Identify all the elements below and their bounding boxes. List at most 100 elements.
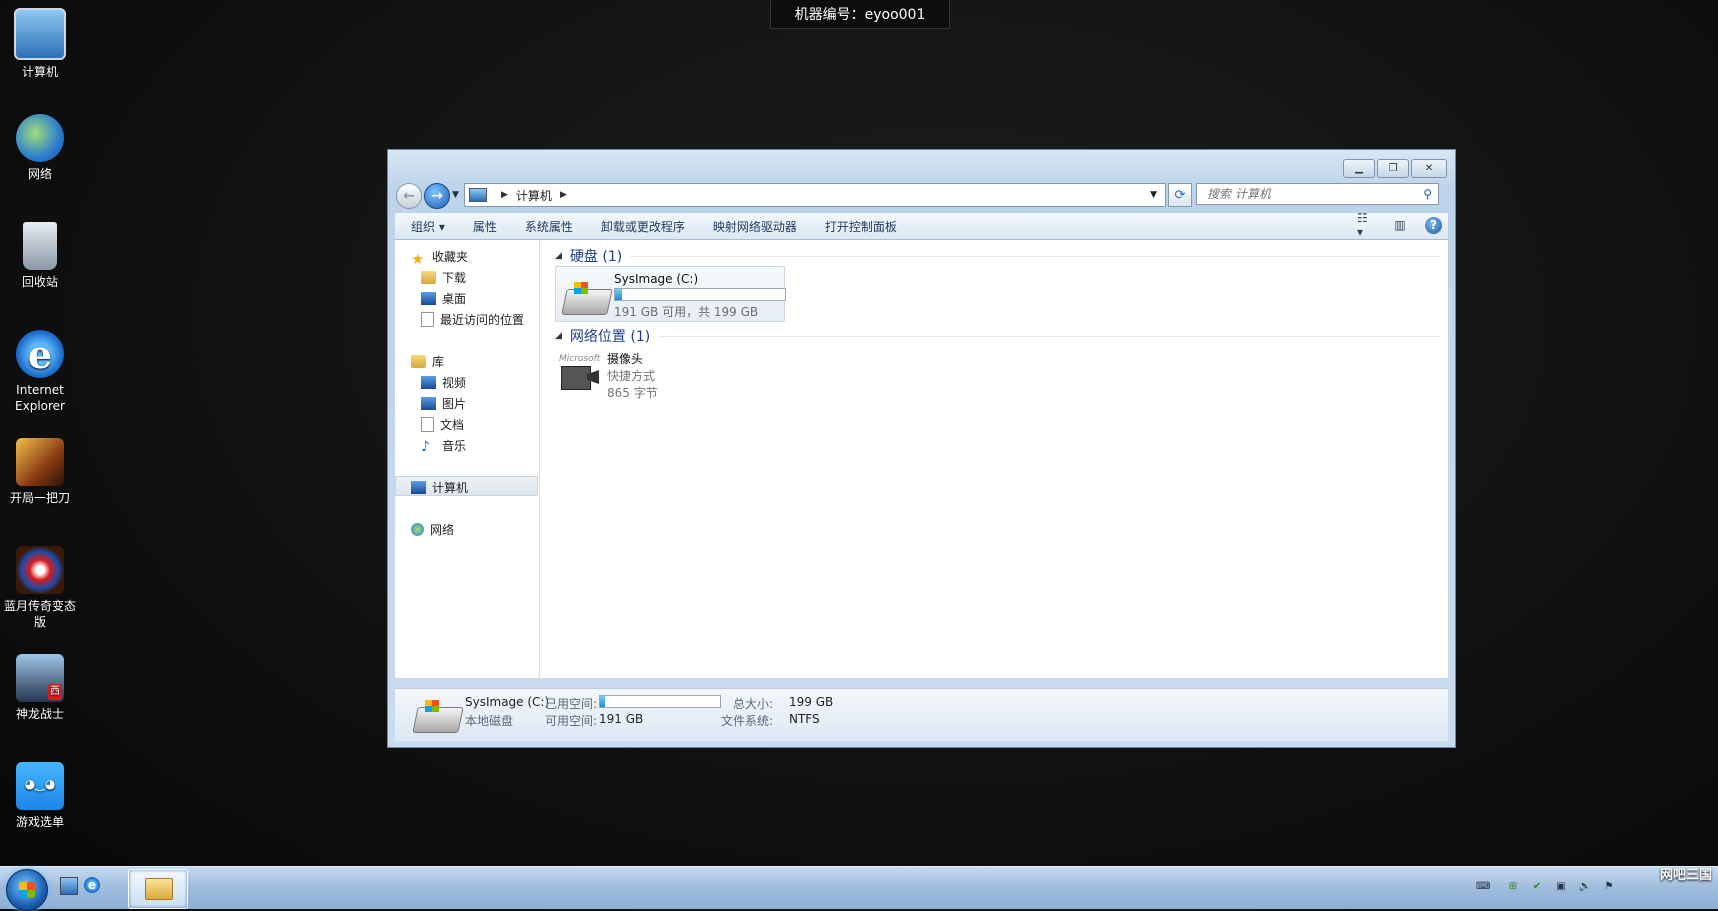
details-used-label: 已用空间:: [545, 697, 598, 711]
details-pane: SysImage (C:) 本地磁盘 已用空间: 可用空间: 191 GB 总大…: [395, 688, 1448, 741]
desktop-icon-label: Internet Explorer: [15, 383, 65, 413]
breadcrumb-chevron-icon[interactable]: ▶: [560, 190, 567, 200]
nav-item-pictures[interactable]: 图片: [421, 395, 466, 412]
desktop-icon-computer[interactable]: 计算机: [4, 8, 76, 80]
desktop-icon-game-menu[interactable]: 游戏选单: [4, 762, 76, 830]
search-box[interactable]: ⚲: [1196, 183, 1439, 205]
group-header-hard-disks[interactable]: ◢ 硬盘 (1): [555, 246, 1440, 266]
collapse-triangle-icon[interactable]: ◢: [555, 331, 562, 341]
flag-icon[interactable]: ⚑: [1602, 881, 1616, 893]
details-usage-fill: [600, 696, 605, 707]
camera-shortcut[interactable]: Microsoft 摄像头 快捷方式 865 字节: [555, 350, 755, 400]
breadcrumb-computer[interactable]: 计算机: [516, 187, 552, 204]
desktop-icon-network[interactable]: 网络: [4, 114, 76, 182]
security-shield-icon[interactable]: ✔: [1530, 881, 1544, 893]
nav-item-music[interactable]: ♪ 音乐: [421, 437, 466, 455]
search-icon[interactable]: ⚲: [1423, 187, 1432, 201]
group-header-network-locations[interactable]: ◢ 网络位置 (1): [555, 326, 1440, 346]
organize-menu[interactable]: 组织 ▾: [395, 218, 459, 235]
nav-item-label: 计算机: [432, 481, 469, 495]
file-list-pane: ◢ 硬盘 (1) SysImage (C:) 191 GB 可用，共 199 G…: [547, 240, 1448, 678]
search-input[interactable]: [1205, 186, 1409, 202]
show-desktop-icon[interactable]: [60, 877, 78, 895]
forward-button[interactable]: →: [424, 183, 450, 209]
volume-muted-icon[interactable]: 🔈: [1578, 881, 1592, 893]
desktop-icon-label: 回收站: [21, 275, 58, 289]
group-title: 网络位置 (1): [569, 329, 651, 345]
details-fs-label: 文件系统:: [721, 714, 774, 728]
brand-text: 网吧三国: [1659, 868, 1712, 883]
close-button[interactable]: ✕: [1411, 159, 1447, 178]
taskbar-explorer-button[interactable]: [128, 869, 188, 909]
collapse-triangle-icon[interactable]: ◢: [555, 251, 562, 261]
internet-explorer-icon[interactable]: e: [84, 877, 100, 893]
divider: [630, 255, 1440, 257]
desktop-icon-internet-explorer[interactable]: Internet Explorer: [4, 330, 76, 414]
keyboard-icon[interactable]: ⌨: [1476, 881, 1490, 893]
nav-item-label: 图片: [442, 397, 467, 411]
drive-free-space: 191 GB 可用，共 199 GB: [614, 305, 759, 319]
nav-item-videos[interactable]: 视频: [421, 374, 466, 391]
preview-pane-icon[interactable]: ▥: [1391, 216, 1409, 234]
address-dropdown-icon[interactable]: ▼: [1150, 190, 1157, 200]
machine-id-badge: 机器编号：eyoo001: [770, 0, 950, 29]
game-menu-icon: [16, 762, 64, 810]
back-button[interactable]: ←: [396, 183, 422, 209]
start-button[interactable]: [6, 869, 48, 911]
recent-pages-dropdown[interactable]: ▼: [452, 190, 459, 200]
refresh-button[interactable]: ⟳: [1168, 183, 1192, 207]
game-icon: [16, 438, 64, 486]
network-icon: [16, 114, 64, 162]
properties-button[interactable]: 属性: [459, 218, 511, 235]
nav-item-desktop[interactable]: 桌面: [421, 290, 466, 307]
nav-item-recent-places[interactable]: 最近访问的位置: [421, 311, 524, 328]
network-icon: [411, 523, 424, 536]
nav-item-label: 视频: [442, 376, 467, 390]
computer-icon: [14, 8, 66, 60]
details-free-label: 可用空间:: [545, 714, 598, 728]
nav-item-documents[interactable]: 文档: [421, 416, 464, 433]
breadcrumb-chevron-icon[interactable]: ▶: [501, 190, 508, 200]
shortcut-size: 865 字节: [607, 386, 658, 400]
map-network-drive-button[interactable]: 映射网络驱动器: [699, 218, 811, 235]
nav-item-label: 下载: [442, 271, 467, 285]
explorer-window: ▁ ❐ ✕ ← → ▼ ▶ 计算机 ▶ ▼ ⟳ ⚲ 组织 ▾ 属性 系统属性 卸…: [387, 149, 1456, 748]
drive-usage-fill: [615, 289, 622, 300]
nav-item-label: 网络: [430, 523, 455, 537]
taskbar: e ⌨ ⊞ ✔ ▣ 🔈 ⚑ 网吧三国: [0, 866, 1718, 911]
window-controls: ▁ ❐ ✕: [1343, 159, 1447, 178]
nav-item-downloads[interactable]: 下载: [421, 269, 466, 286]
desktop-icon-game-shenlong[interactable]: 神龙战士: [4, 654, 76, 722]
details-usage-bar: [599, 695, 721, 708]
computer-icon: [411, 481, 426, 494]
desktop-icon-label: 开局一把刀: [9, 491, 70, 505]
downloads-folder-icon: [421, 271, 436, 284]
nav-item-libraries[interactable]: 库: [411, 353, 444, 370]
system-properties-button[interactable]: 系统属性: [511, 218, 587, 235]
help-icon[interactable]: ?: [1425, 216, 1442, 234]
change-view-icon[interactable]: ☷ ▾: [1357, 211, 1375, 239]
open-control-panel-button[interactable]: 打开控制面板: [811, 218, 911, 235]
nav-item-label: 桌面: [442, 292, 467, 306]
nav-item-network[interactable]: 网络: [411, 521, 454, 538]
hard-drive-icon: [561, 289, 613, 315]
desktop-icon-game-lanyue[interactable]: 蓝月传奇变态版: [4, 546, 76, 630]
drive-tile-c[interactable]: SysImage (C:) 191 GB 可用，共 199 GB: [555, 266, 786, 322]
vm-tools-icon[interactable]: ▣: [1554, 881, 1568, 893]
minimize-button[interactable]: ▁: [1343, 159, 1375, 178]
uninstall-program-button[interactable]: 卸载或更改程序: [587, 218, 699, 235]
network-status-icon[interactable]: ⊞: [1506, 881, 1520, 893]
navigation-bar: ← → ▼ ▶ 计算机 ▶ ▼ ⟳ ⚲: [396, 182, 1447, 209]
nav-item-favorites[interactable]: ★ 收藏夹: [411, 248, 468, 268]
desktop-icon-recycle-bin[interactable]: 回收站: [4, 222, 76, 290]
nav-item-computer[interactable]: 计算机: [411, 479, 468, 496]
restore-button[interactable]: ❐: [1377, 159, 1409, 178]
desktop-icon-label: 网络: [27, 167, 52, 181]
address-bar[interactable]: ▶ 计算机 ▶ ▼: [464, 183, 1166, 207]
desktop-icon-game-kaiju[interactable]: 开局一把刀: [4, 438, 76, 506]
game-icon: [16, 654, 64, 702]
hard-drive-icon: [412, 707, 464, 733]
details-drive-type: 本地磁盘: [465, 714, 514, 728]
command-bar: 组织 ▾ 属性 系统属性 卸载或更改程序 映射网络驱动器 打开控制面板 ☷ ▾ …: [395, 211, 1448, 240]
navigation-pane: ★ 收藏夹 下载 桌面 最近访问的位置 库 视频 图片 文档 ♪ 音乐 计算机 …: [395, 240, 540, 678]
